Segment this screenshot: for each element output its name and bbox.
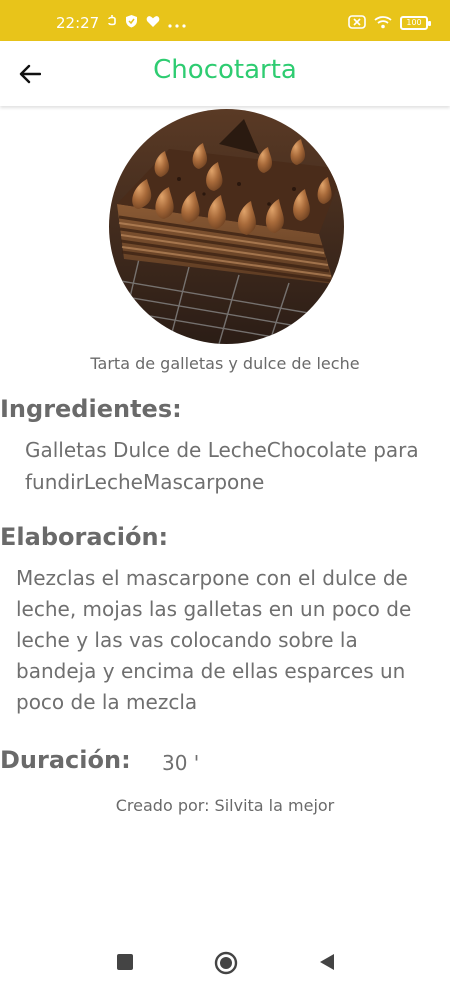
recipe-description: Tarta de galletas y dulce de leche bbox=[90, 354, 360, 373]
ingredients-heading: Ingredientes: bbox=[0, 395, 182, 423]
wifi-icon bbox=[374, 14, 392, 33]
duration-value: 30 ' bbox=[162, 751, 200, 775]
system-nav-bar bbox=[0, 940, 450, 984]
author-credit: Creado por: Silvita la mejor bbox=[115, 796, 335, 815]
triangle-back-icon bbox=[320, 954, 334, 970]
circle-home-icon bbox=[214, 951, 238, 975]
elaboration-heading: Elaboración: bbox=[0, 523, 169, 551]
battery-icon: 100 bbox=[400, 16, 431, 30]
nav-back-button[interactable] bbox=[318, 952, 336, 976]
elaboration-text: Mezclas el mascarpone con el dulce de le… bbox=[16, 566, 412, 714]
square-icon bbox=[117, 954, 133, 970]
sync-icon bbox=[107, 14, 117, 32]
recents-button[interactable] bbox=[115, 952, 135, 976]
page-title: Chocotarta bbox=[153, 55, 297, 85]
recipe-image bbox=[109, 109, 344, 344]
sim-off-icon bbox=[348, 14, 366, 33]
ingredients-text: Galletas Dulce de LecheChocolate para fu… bbox=[25, 438, 419, 494]
status-right: 100 bbox=[348, 13, 431, 33]
home-button[interactable] bbox=[214, 951, 238, 979]
shield-icon bbox=[125, 14, 138, 32]
status-left: 22:27 bbox=[56, 13, 186, 33]
status-bar: 22:27 100 bbox=[0, 0, 450, 41]
app-bar: Chocotarta bbox=[0, 41, 450, 106]
more-icon bbox=[168, 14, 186, 32]
status-time: 22:27 bbox=[56, 14, 100, 32]
duration-heading: Duración: bbox=[0, 746, 131, 774]
heart-icon bbox=[146, 14, 160, 32]
